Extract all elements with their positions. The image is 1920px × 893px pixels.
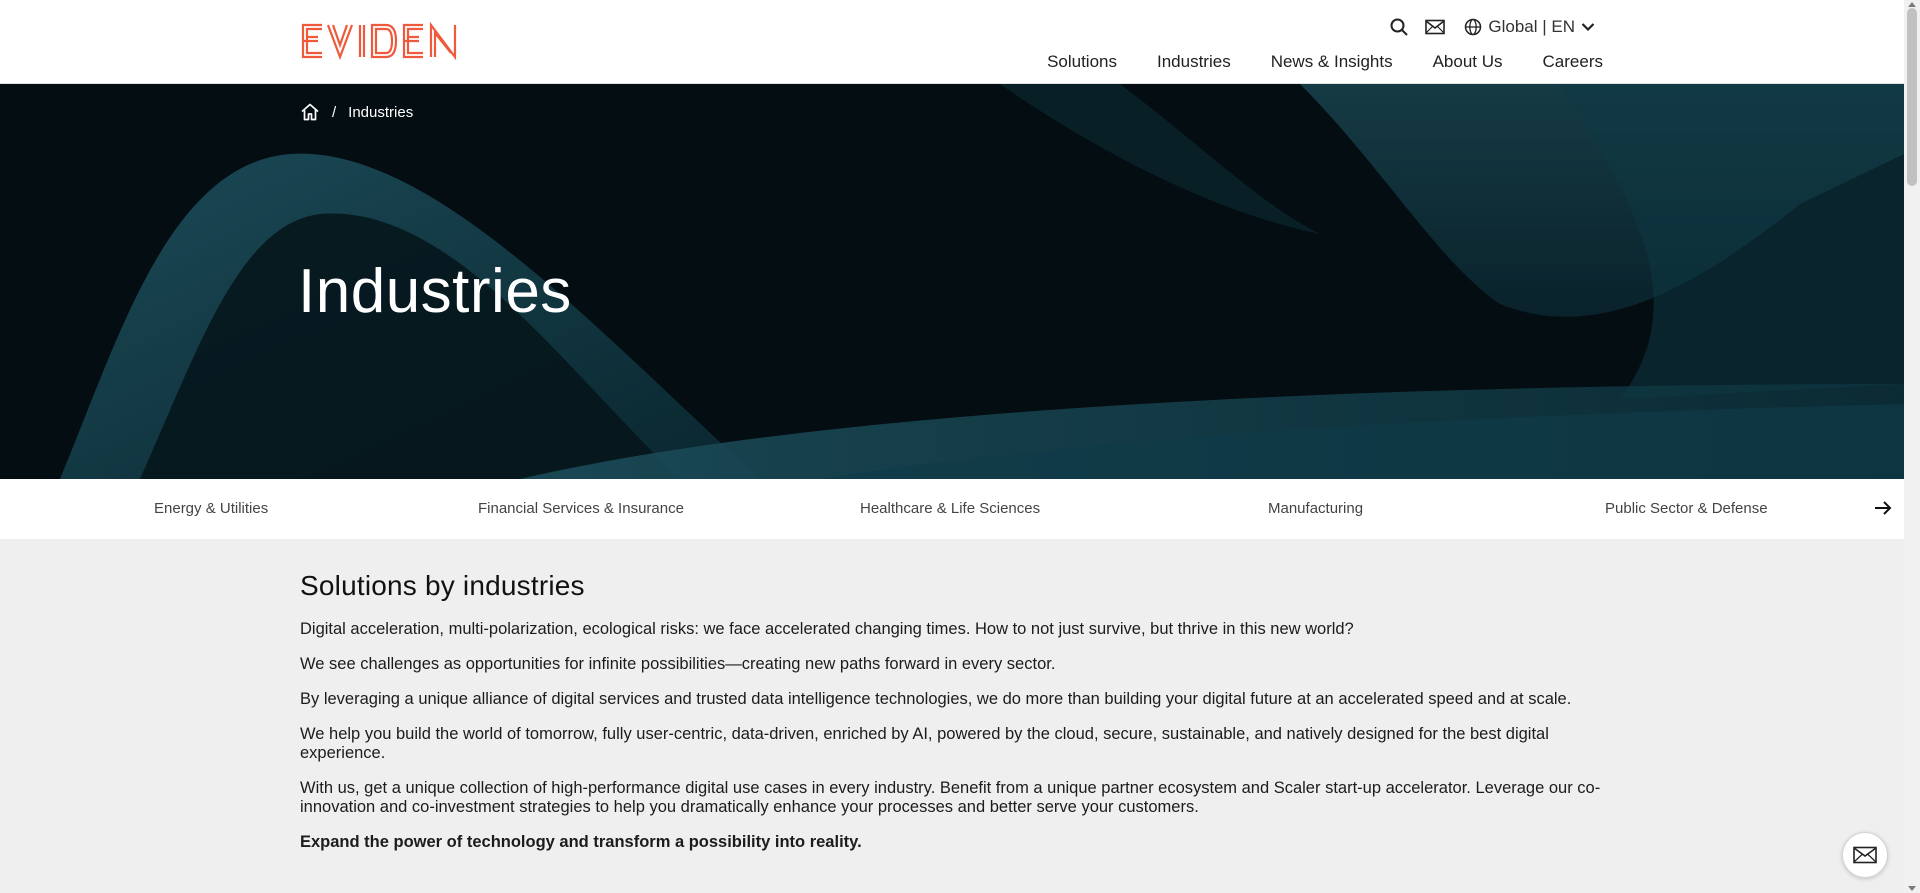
eviden-logo[interactable]: [300, 22, 472, 60]
hero-banner: / Industries Industries: [0, 84, 1904, 479]
globe-icon: [1465, 18, 1482, 36]
nav-industries[interactable]: Industries: [1157, 52, 1231, 72]
contact-button[interactable]: [1842, 832, 1888, 878]
intro-paragraph: We see challenges as opportunities for i…: [300, 655, 1056, 673]
hero-background-image: [0, 84, 1904, 479]
language-label: Global | EN: [1488, 17, 1575, 36]
nav-news-insights[interactable]: News & Insights: [1271, 52, 1393, 72]
nav-about-us[interactable]: About Us: [1433, 52, 1503, 72]
site-header: Global | EN Solutions Industries News & …: [0, 0, 1904, 84]
chevron-down-icon: [1581, 23, 1595, 32]
industry-tab-financial-services[interactable]: Financial Services & Insurance: [478, 479, 684, 539]
industry-tab-public-sector[interactable]: Public Sector & Defense: [1605, 479, 1768, 539]
industry-tab-manufacturing[interactable]: Manufacturing: [1268, 479, 1363, 539]
industry-tab-energy-utilities[interactable]: Energy & Utilities: [154, 479, 268, 539]
page-scrollbar[interactable]: [1904, 0, 1920, 893]
nav-careers[interactable]: Careers: [1543, 52, 1603, 72]
closing-statement: Expand the power of technology and trans…: [300, 833, 862, 851]
intro-paragraph: Digital acceleration, multi-polarization…: [300, 620, 1354, 638]
main-nav: Solutions Industries News & Insights Abo…: [1047, 52, 1603, 72]
intro-paragraph: By leveraging a unique alliance of digit…: [300, 690, 1572, 708]
language-selector[interactable]: Global | EN: [1464, 17, 1595, 37]
page-title: Industries: [298, 257, 572, 326]
breadcrumb-separator: /: [332, 103, 337, 121]
mail-icon[interactable]: [1424, 16, 1446, 38]
section-heading: Solutions by industries: [300, 570, 585, 601]
nav-solutions[interactable]: Solutions: [1047, 52, 1117, 72]
breadcrumb-current: Industries: [348, 103, 414, 121]
industry-tab-healthcare[interactable]: Healthcare & Life Sciences: [860, 479, 1040, 539]
utility-bar: Global | EN: [1388, 14, 1595, 40]
scrollbar-thumb[interactable]: [1907, 8, 1917, 186]
scroll-up-arrow[interactable]: [1908, 2, 1916, 7]
intro-paragraph: We help you build the world of tomorrow,…: [300, 725, 1549, 762]
search-icon[interactable]: [1388, 16, 1410, 38]
breadcrumb: / Industries: [300, 102, 413, 122]
arrow-right-icon[interactable]: [1872, 497, 1894, 519]
scroll-down-arrow[interactable]: [1908, 886, 1916, 891]
intro-section: Solutions by industries Digital accelera…: [300, 540, 1605, 868]
mail-icon: [1853, 846, 1877, 864]
industry-tabs: Energy & Utilities Financial Services & …: [0, 479, 1904, 539]
home-icon[interactable]: [300, 102, 320, 122]
intro-paragraph: With us, get a unique collection of high…: [300, 779, 1601, 816]
